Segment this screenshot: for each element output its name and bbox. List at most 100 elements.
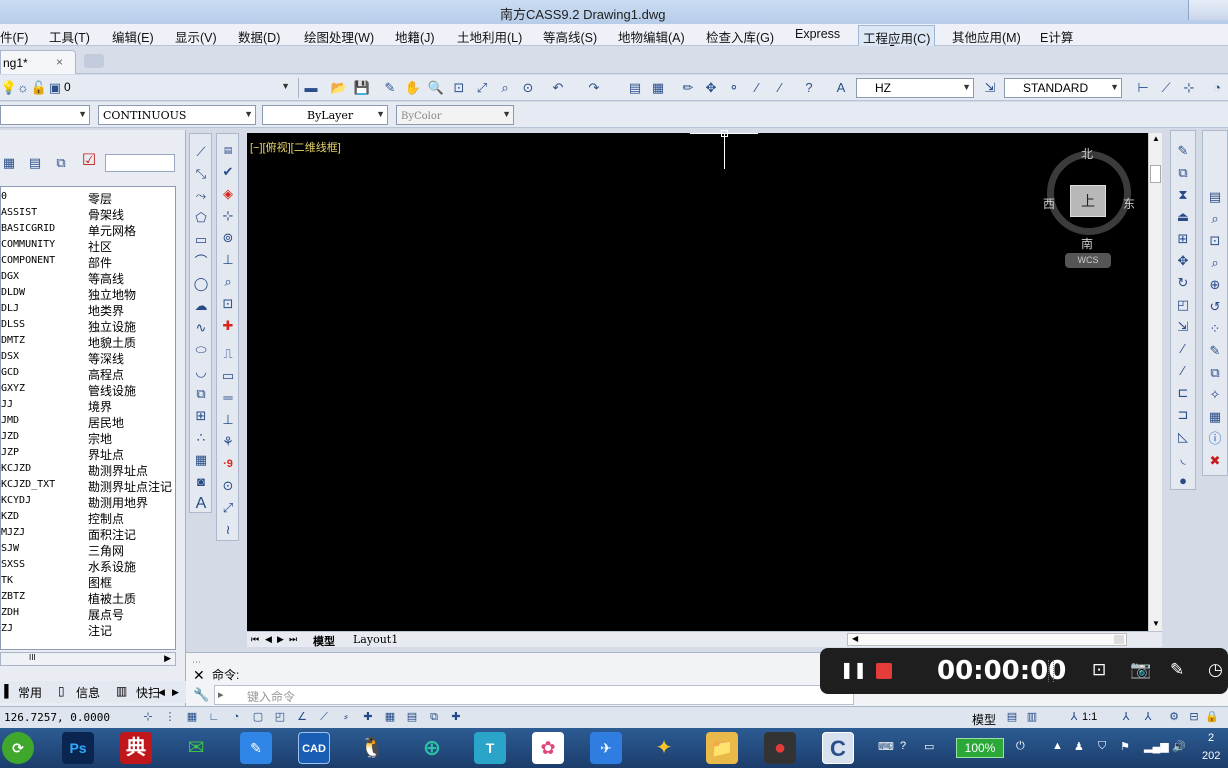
zoom-point-icon[interactable]: ⊡ — [218, 294, 238, 314]
draw-icon[interactable]: ✏ — [679, 79, 697, 97]
erase-icon[interactable]: ✎ — [1173, 141, 1193, 161]
view-cube[interactable]: 北 南 东 西 上 WCS — [1043, 145, 1143, 275]
lineweight-combo[interactable]: ByLayer ▼ — [262, 105, 388, 125]
insert-block-icon[interactable]: ⧉ — [191, 384, 211, 404]
menu-data[interactable]: 数据(D) — [238, 27, 280, 46]
code-icon[interactable]: ▤ — [218, 140, 238, 160]
explode-icon[interactable]: ● — [1173, 471, 1193, 491]
redraw-icon[interactable]: ◈ — [218, 184, 238, 204]
redo-icon[interactable]: ↷ — [585, 79, 603, 97]
save-icon[interactable]: 💾 — [353, 79, 371, 97]
plotstyle-combo[interactable]: ByColor ▼ — [396, 105, 514, 125]
array-icon[interactable]: ⊞ — [1173, 229, 1193, 249]
tab-model[interactable]: 模型 — [313, 633, 335, 649]
list-item[interactable]: DLSS 独立设施 — [1, 317, 175, 334]
dim-aligned-icon[interactable]: ⟋ — [1157, 79, 1175, 97]
move-icon[interactable]: ✥ — [702, 79, 720, 97]
close-icon[interactable]: × — [56, 55, 63, 69]
control-point-icon[interactable]: ⊙ — [218, 476, 238, 496]
text-style-icon[interactable]: A — [832, 79, 850, 97]
network-icon[interactable]: ⊹ — [218, 206, 238, 226]
selection-cycling-icon[interactable]: ⧉ — [426, 709, 442, 725]
checkmark-icon[interactable]: ☑ — [80, 152, 98, 170]
list-item[interactable]: JJ 境界 — [1, 397, 175, 414]
wrench-icon[interactable]: 🔧 — [193, 687, 209, 703]
lineweight-icon[interactable]: ✚ — [360, 709, 376, 725]
chamfer-icon[interactable]: ◺ — [1173, 427, 1193, 447]
erase-icon[interactable]: ✎ — [381, 79, 399, 97]
open-icon[interactable]: 📂 — [330, 79, 348, 97]
flag-icon[interactable]: ⚑ — [1120, 740, 1130, 753]
zoom-dynamic-icon[interactable]: ⌕ — [1205, 253, 1225, 273]
join-icon[interactable]: ⊐ — [1173, 405, 1193, 425]
qq-tray-icon[interactable]: ♟ — [1074, 740, 1084, 753]
boundary-icon[interactable]: ⊥ — [218, 410, 238, 430]
layer-list[interactable]: 0 零层 ASSIST 骨架线 BASICGRID 单元网格 COMMUNITY 社区 … — [0, 186, 176, 650]
list-item[interactable]: DGX 等高线 — [1, 269, 175, 286]
document-tab[interactable]: ng1* × — [0, 50, 76, 74]
chevron-right-icon[interactable]: ▶ — [172, 687, 179, 698]
list-item[interactable]: TK 图框 — [1, 573, 175, 590]
elevation-point-icon[interactable]: ·9 — [218, 454, 238, 474]
vertical-scrollbar[interactable]: ▲ ▼ — [1148, 133, 1162, 631]
list-item[interactable]: KCYDJ 勘测用地界 — [1, 493, 175, 510]
window-controls[interactable] — [1188, 0, 1228, 20]
quick-props-icon[interactable]: ▤ — [404, 709, 420, 725]
zoom-window-icon[interactable]: ⊡ — [1205, 231, 1225, 251]
list-item[interactable]: DLDW 独立地物 — [1, 285, 175, 302]
stop-record-button[interactable] — [876, 663, 892, 679]
tab-common[interactable]: 常用 — [18, 684, 42, 701]
horizontal-scrollbar[interactable]: III ▶ — [0, 652, 176, 666]
scale-icon[interactable]: ◰ — [1173, 295, 1193, 315]
taskbar-dictionary[interactable]: 典 — [120, 732, 152, 764]
help-icon[interactable]: ? — [800, 79, 818, 97]
menu-contour[interactable]: 等高线(S) — [543, 27, 597, 46]
taskbar-photoshop[interactable]: Ps — [62, 732, 94, 764]
stairs-icon[interactable]: ⎍ — [218, 344, 238, 364]
polyline-icon[interactable]: ⤳ — [191, 186, 211, 206]
layer-state-icon[interactable]: ▤ — [26, 154, 44, 172]
ellipse-arc-icon[interactable]: ◡ — [191, 362, 211, 382]
list-item[interactable]: GCD 高程点 — [1, 365, 175, 382]
text-style-combo[interactable]: HZ ▼ — [856, 78, 974, 98]
annotation-scale-value[interactable]: 1:1 — [1082, 711, 1097, 723]
start-button[interactable]: ⟳ — [2, 732, 34, 764]
pen-icon[interactable]: ✎ — [1170, 660, 1184, 680]
camera-icon[interactable]: 📷 — [1130, 660, 1151, 680]
road-icon[interactable]: ═ — [218, 388, 238, 408]
layer-stack-icon[interactable]: ▤ — [1205, 187, 1225, 207]
otrack-icon[interactable]: ∠ — [294, 709, 310, 725]
taskbar-mail[interactable]: ✈ — [590, 732, 622, 764]
scroll-thumb[interactable] — [1114, 635, 1124, 644]
drawing-quick-view-icon[interactable]: ▥ — [1024, 709, 1040, 725]
dim-linear-icon[interactable]: ⊢ — [1134, 79, 1152, 97]
compass-west[interactable]: 西 — [1043, 195, 1055, 212]
text-icon[interactable]: A — [191, 494, 211, 514]
menu-view[interactable]: 显示(V) — [175, 27, 217, 46]
line-icon[interactable]: ⁄ — [748, 79, 766, 97]
horizontal-scrollbar[interactable]: ◀ — [847, 633, 1127, 646]
zoom-extents-icon[interactable]: ⤢ — [473, 79, 491, 97]
workspace-gear-icon[interactable]: ⚙ — [1166, 709, 1182, 725]
rectangle-icon[interactable]: ▭ — [191, 230, 211, 250]
circle-icon[interactable]: ◯ — [191, 274, 211, 294]
snap-icon[interactable]: ⚬ — [725, 79, 743, 97]
polar-icon[interactable]: ◔ — [228, 709, 244, 725]
zoom-realtime-icon[interactable]: 🔍 — [427, 79, 445, 97]
fillet-icon[interactable]: ◟ — [1173, 449, 1193, 469]
auto-scale-icon[interactable]: ⅄ — [1140, 709, 1156, 725]
osnap-icon[interactable]: ▢ — [250, 709, 266, 725]
model-space-label[interactable]: 模型 — [972, 711, 996, 728]
copy-icon[interactable]: ⧉ — [1173, 163, 1193, 183]
annotation-icon[interactable]: ✚ — [218, 316, 238, 336]
trim-icon[interactable]: ⁄ — [1173, 339, 1193, 359]
menu-ecalc[interactable]: E计算 — [1040, 27, 1073, 46]
polygon-icon[interactable]: ⬠ — [191, 208, 211, 228]
taskbar-recorder[interactable]: ● — [764, 732, 796, 764]
linetype-combo[interactable]: CONTINUOUS ▼ — [98, 105, 256, 125]
snap-grid-icon[interactable]: ⋮ — [162, 709, 178, 725]
zoom-in-icon[interactable]: ⊕ — [1205, 275, 1225, 295]
display-icon[interactable]: ▭ — [924, 740, 934, 753]
satellite-icon[interactable]: ✧ — [1205, 385, 1225, 405]
chevron-left-icon[interactable]: ◀ — [158, 687, 165, 698]
